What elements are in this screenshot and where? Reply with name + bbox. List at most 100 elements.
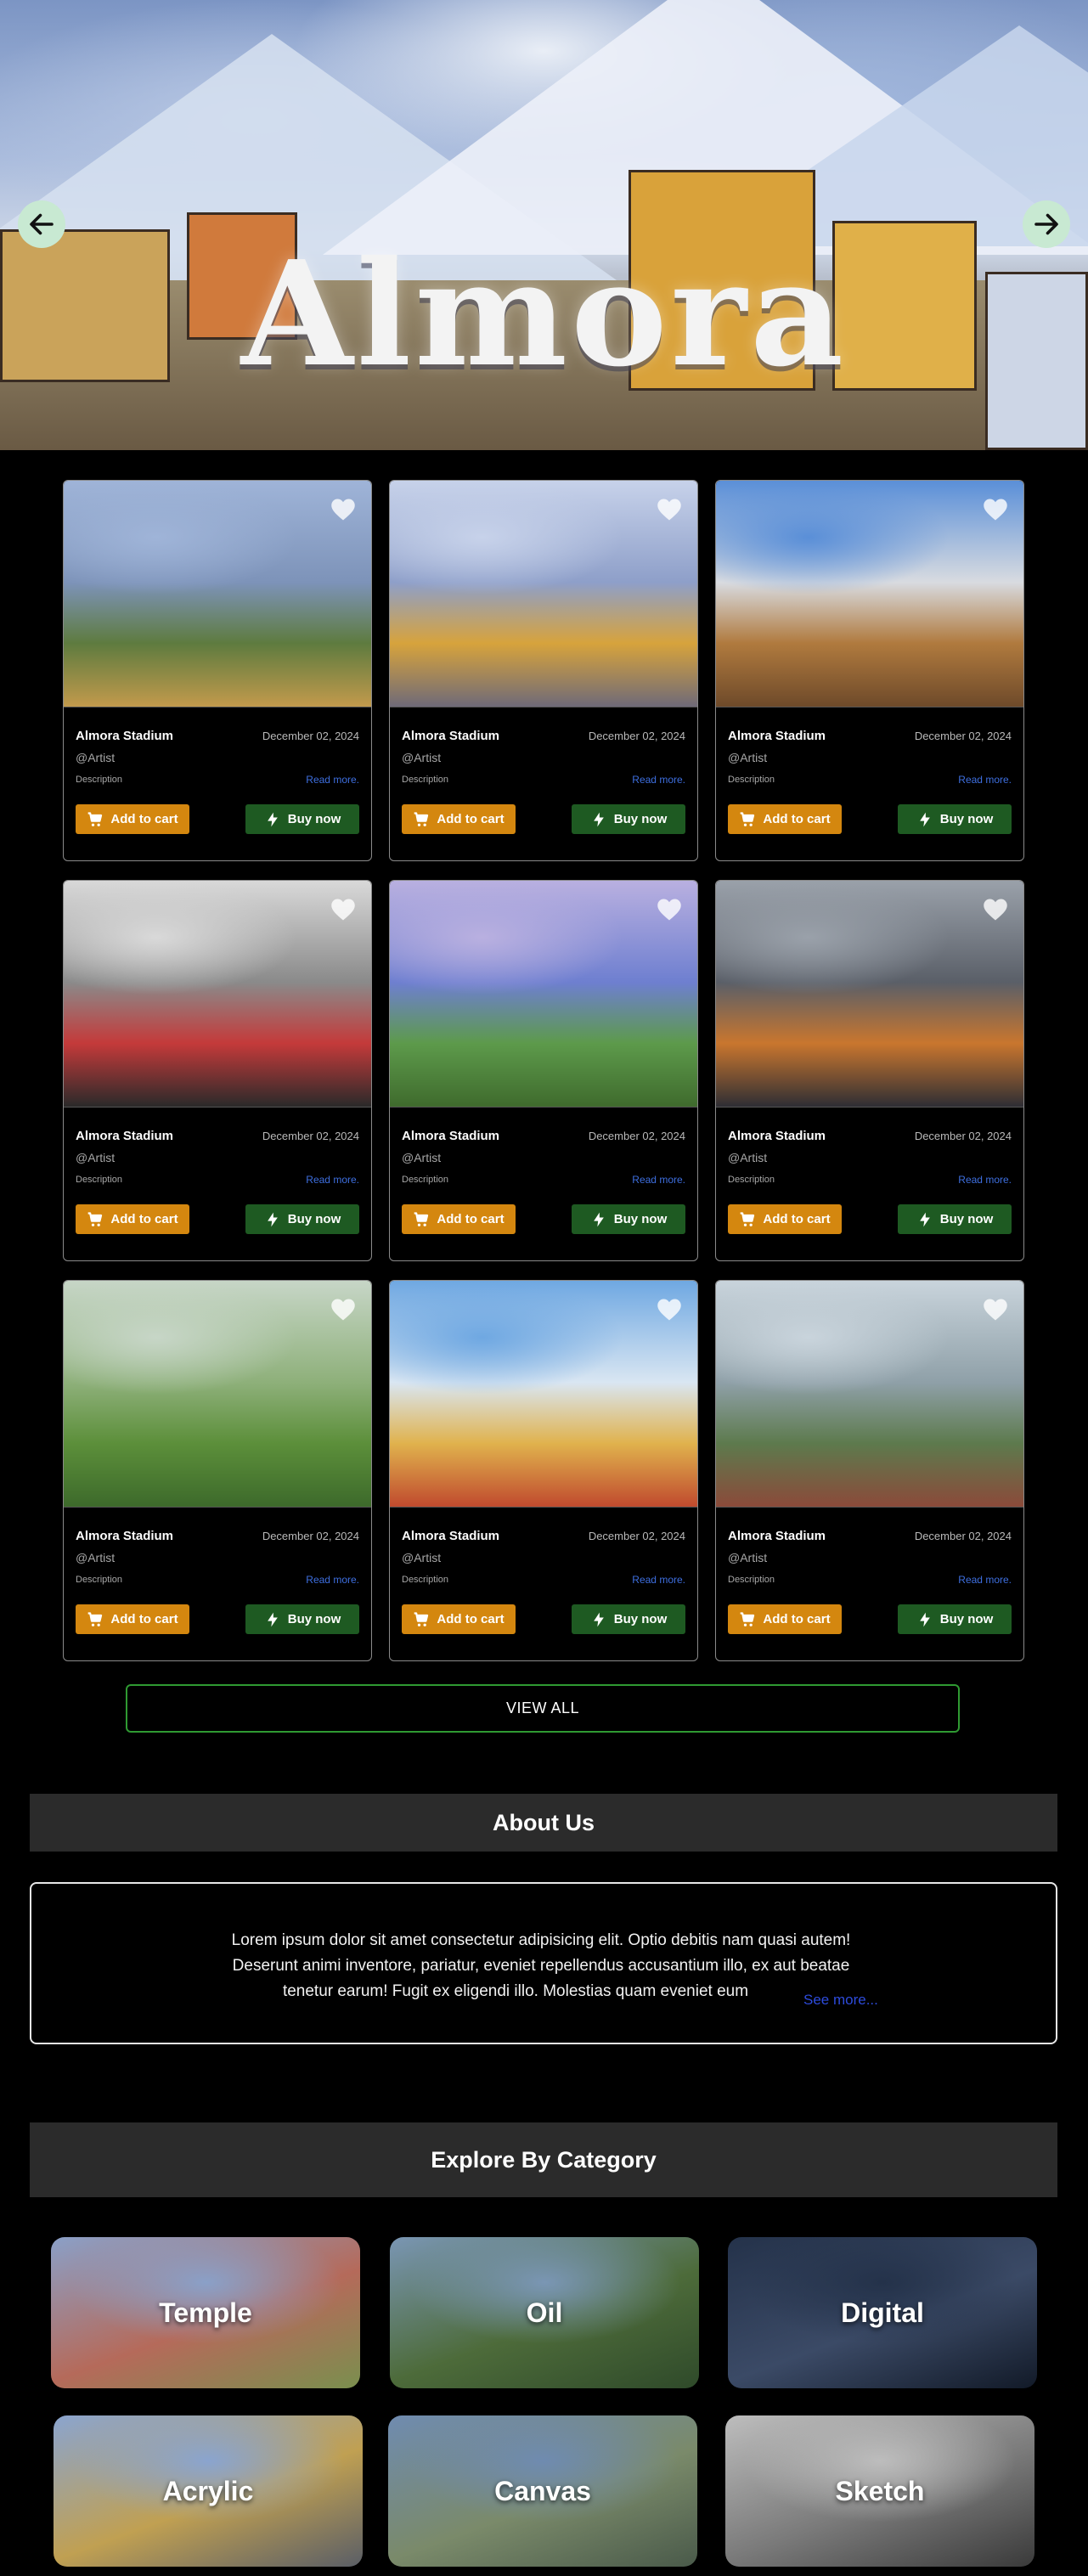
read-more-link[interactable]: Read more. xyxy=(958,1574,1012,1586)
product-card[interactable]: Almora Stadium December 02, 2024 @Artist… xyxy=(63,480,372,861)
product-image[interactable] xyxy=(64,881,371,1108)
product-artist[interactable]: @Artist xyxy=(728,1151,1012,1164)
cart-icon xyxy=(741,1211,755,1226)
product-artist[interactable]: @Artist xyxy=(76,1151,359,1164)
buy-now-label: Buy now xyxy=(939,1612,994,1626)
add-to-cart-button[interactable]: Add to cart xyxy=(402,1204,516,1234)
buy-now-button[interactable]: Buy now xyxy=(898,1604,1012,1634)
lightning-icon xyxy=(919,1212,930,1226)
product-card[interactable]: Almora Stadium December 02, 2024 @Artist… xyxy=(389,480,698,861)
product-artist[interactable]: @Artist xyxy=(728,751,1012,764)
buy-now-button[interactable]: Buy now xyxy=(898,1204,1012,1234)
product-card[interactable]: Almora Stadium December 02, 2024 @Artist… xyxy=(715,880,1024,1261)
product-title: Almora Stadium xyxy=(76,1128,174,1143)
add-to-cart-label: Add to cart xyxy=(763,1212,831,1226)
read-more-link[interactable]: Read more. xyxy=(632,774,685,786)
product-image[interactable] xyxy=(716,1281,1023,1508)
add-to-cart-button[interactable]: Add to cart xyxy=(76,1204,189,1234)
product-card[interactable]: Almora Stadium December 02, 2024 @Artist… xyxy=(715,480,1024,861)
add-to-cart-button[interactable]: Add to cart xyxy=(728,804,842,834)
read-more-link[interactable]: Read more. xyxy=(632,1574,685,1586)
read-more-link[interactable]: Read more. xyxy=(306,1174,359,1186)
add-to-cart-label: Add to cart xyxy=(437,812,505,826)
add-to-cart-button[interactable]: Add to cart xyxy=(402,804,516,834)
category-tile-oil[interactable]: Oil xyxy=(390,2237,699,2388)
buy-now-button[interactable]: Buy now xyxy=(245,804,359,834)
view-all-button[interactable]: VIEW ALL xyxy=(126,1684,960,1733)
heart-icon[interactable] xyxy=(983,498,1008,521)
read-more-link[interactable]: Read more. xyxy=(306,774,359,786)
category-label: Digital xyxy=(841,2297,924,2328)
product-artist[interactable]: @Artist xyxy=(728,1551,1012,1564)
product-title: Almora Stadium xyxy=(728,1528,826,1543)
heart-icon[interactable] xyxy=(657,1298,682,1322)
heart-icon[interactable] xyxy=(330,898,356,922)
product-artist[interactable]: @Artist xyxy=(402,1551,685,1564)
heart-icon[interactable] xyxy=(657,898,682,922)
add-to-cart-button[interactable]: Add to cart xyxy=(402,1604,516,1634)
lightning-icon xyxy=(593,812,604,826)
heart-icon[interactable] xyxy=(330,1298,356,1322)
category-tile-temple[interactable]: Temple xyxy=(51,2237,360,2388)
product-description: Description xyxy=(728,1575,775,1585)
buy-now-button[interactable]: Buy now xyxy=(245,1604,359,1634)
product-card[interactable]: Almora Stadium December 02, 2024 @Artist… xyxy=(63,880,372,1261)
product-artist[interactable]: @Artist xyxy=(76,751,359,764)
product-card[interactable]: Almora Stadium December 02, 2024 @Artist… xyxy=(63,1280,372,1661)
add-to-cart-label: Add to cart xyxy=(437,1212,505,1226)
product-artist[interactable]: @Artist xyxy=(402,751,685,764)
lightning-icon xyxy=(593,1212,604,1226)
buy-now-label: Buy now xyxy=(287,812,341,826)
product-image[interactable] xyxy=(390,481,697,707)
add-to-cart-button[interactable]: Add to cart xyxy=(728,1604,842,1634)
read-more-link[interactable]: Read more. xyxy=(306,1574,359,1586)
about-line: Deserunt animi inventore, pariatur, even… xyxy=(232,1957,850,1975)
read-more-link[interactable]: Read more. xyxy=(958,1174,1012,1186)
category-tile-canvas[interactable]: Canvas xyxy=(388,2415,697,2567)
category-tile-digital[interactable]: Digital xyxy=(728,2237,1037,2388)
see-more-link[interactable]: See more... xyxy=(803,1992,878,2009)
add-to-cart-label: Add to cart xyxy=(110,1612,178,1626)
category-tile-sketch[interactable]: Sketch xyxy=(725,2415,1034,2567)
buy-now-button[interactable]: Buy now xyxy=(572,1604,685,1634)
heart-icon[interactable] xyxy=(983,1298,1008,1322)
product-card[interactable]: Almora Stadium December 02, 2024 @Artist… xyxy=(389,880,698,1261)
buy-now-label: Buy now xyxy=(939,812,994,826)
product-description: Description xyxy=(402,1175,449,1185)
buy-now-button[interactable]: Buy now xyxy=(572,804,685,834)
product-image[interactable] xyxy=(64,481,371,707)
read-more-link[interactable]: Read more. xyxy=(958,774,1012,786)
product-image[interactable] xyxy=(64,1281,371,1508)
lightning-icon xyxy=(919,1612,930,1626)
cart-icon xyxy=(741,811,755,826)
product-date: December 02, 2024 xyxy=(588,1529,685,1542)
product-card[interactable]: Almora Stadium December 02, 2024 @Artist… xyxy=(389,1280,698,1661)
buy-now-button[interactable]: Buy now xyxy=(245,1204,359,1234)
hero-next-button[interactable] xyxy=(1023,200,1070,248)
category-tile-acrylic[interactable]: Acrylic xyxy=(54,2415,363,2567)
about-text: Lorem ipsum dolor sit amet consectetur a… xyxy=(201,1928,881,2004)
product-artist[interactable]: @Artist xyxy=(402,1151,685,1164)
heart-icon[interactable] xyxy=(657,498,682,521)
buy-now-button[interactable]: Buy now xyxy=(572,1204,685,1234)
cart-icon xyxy=(88,1611,103,1626)
product-image[interactable] xyxy=(716,481,1023,707)
heart-icon[interactable] xyxy=(983,898,1008,922)
category-label: Sketch xyxy=(835,2475,925,2506)
add-to-cart-button[interactable]: Add to cart xyxy=(76,1604,189,1634)
product-card[interactable]: Almora Stadium December 02, 2024 @Artist… xyxy=(715,1280,1024,1661)
category-label: Canvas xyxy=(494,2475,591,2506)
product-artist[interactable]: @Artist xyxy=(76,1551,359,1564)
product-image[interactable] xyxy=(390,1281,697,1508)
add-to-cart-button[interactable]: Add to cart xyxy=(728,1204,842,1234)
product-image[interactable] xyxy=(390,881,697,1108)
add-to-cart-button[interactable]: Add to cart xyxy=(76,804,189,834)
heart-icon[interactable] xyxy=(330,498,356,521)
read-more-link[interactable]: Read more. xyxy=(632,1174,685,1186)
product-date: December 02, 2024 xyxy=(914,1529,1012,1542)
buy-now-button[interactable]: Buy now xyxy=(898,804,1012,834)
hero-prev-button[interactable] xyxy=(18,200,65,248)
product-image[interactable] xyxy=(716,881,1023,1108)
product-title: Almora Stadium xyxy=(76,1528,174,1543)
product-description: Description xyxy=(728,1175,775,1185)
